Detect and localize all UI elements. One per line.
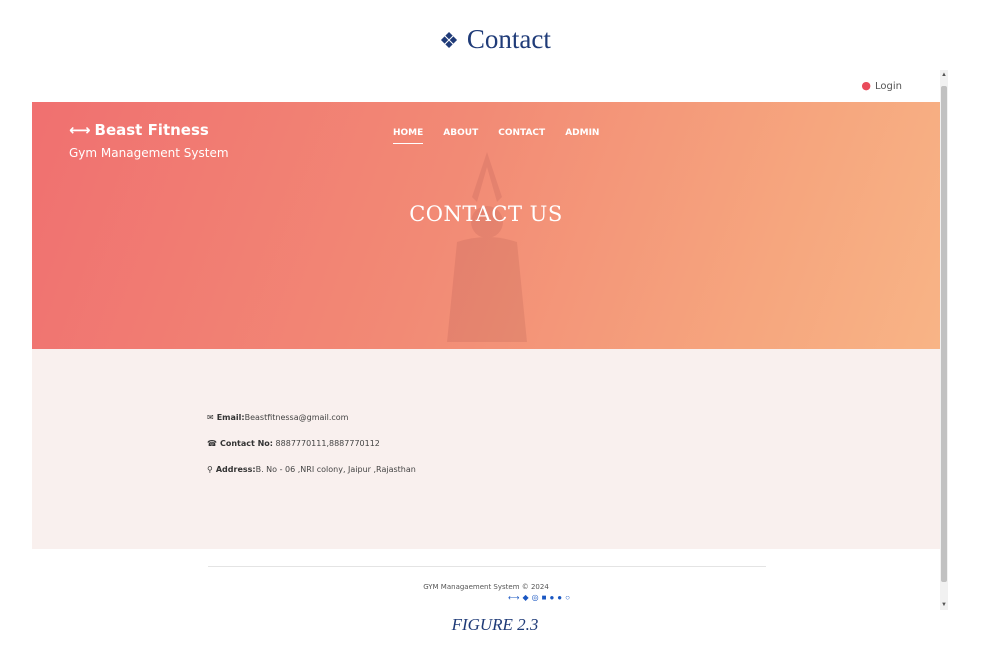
- brand-name: Beast Fitness: [94, 121, 209, 139]
- website-screenshot: ● Login ⟷ Beast Fitness Gym Management Sys…: [32, 70, 948, 610]
- login-link[interactable]: ● Login: [861, 79, 902, 92]
- phone-label: Contact No:: [219, 439, 273, 448]
- social-links: ⟷ ◆ ◎ ■ ● ● ○: [508, 593, 570, 602]
- footer-divider: [208, 566, 766, 567]
- figure-caption: FIGURE 2.3: [451, 615, 539, 634]
- vertical-scrollbar[interactable]: ▲ ▼: [940, 70, 948, 610]
- whatsapp-icon[interactable]: ○: [565, 593, 570, 602]
- envelope-icon: ✉: [207, 413, 214, 422]
- brand-tagline: Gym Management System: [69, 146, 229, 160]
- address-label: Address:: [215, 465, 256, 474]
- document-heading: ❖ Contact: [0, 24, 990, 55]
- hero-banner: ⟷ Beast Fitness Gym Management System HOM…: [32, 102, 940, 349]
- youtube-icon[interactable]: ■: [542, 593, 547, 602]
- telegram-icon[interactable]: ●: [557, 593, 562, 602]
- facebook-icon[interactable]: ●: [549, 593, 554, 602]
- nav-item-about[interactable]: ABOUT: [443, 128, 478, 144]
- scrollbar-thumb[interactable]: [941, 86, 947, 582]
- address-value: B. No - 06 ,NRI colony, Jaipur ,Rajastha…: [255, 465, 416, 474]
- scroll-up-arrow-icon[interactable]: ▲: [940, 72, 948, 78]
- login-label: Login: [875, 81, 902, 92]
- contact-address-row: ⚲ Address:B. No - 06 ,NRI colony, Jaipur …: [207, 465, 416, 474]
- contact-email-row: ✉ Email:Beastfitnessa@gmail.com: [207, 413, 416, 422]
- twitter-icon[interactable]: ◆: [522, 593, 528, 602]
- document-heading-text: Contact: [466, 24, 551, 54]
- nav-item-admin[interactable]: ADMIN: [565, 128, 599, 144]
- dumbbell-icon: ⟷: [69, 121, 91, 139]
- nav-item-contact[interactable]: CONTACT: [498, 128, 545, 144]
- email-label: Email:: [216, 413, 245, 422]
- hero-title: CONTACT US: [409, 202, 563, 226]
- contact-list: ✉ Email:Beastfitnessa@gmail.com ☎ Contact …: [207, 413, 416, 491]
- yoga-figure-watermark: [447, 152, 527, 342]
- footer-copyright: GYM Managaement System © 2024: [423, 583, 549, 591]
- phone-value: 8887770111,8887770112: [275, 439, 380, 448]
- map-marker-icon: ⚲: [207, 465, 213, 474]
- scroll-down-arrow-icon[interactable]: ▼: [940, 602, 948, 608]
- brand-logo[interactable]: ⟷ Beast Fitness: [69, 121, 209, 139]
- phone-icon: ☎: [207, 439, 217, 448]
- nav-item-home[interactable]: HOME: [393, 128, 424, 144]
- user-circle-icon: ●: [861, 79, 872, 92]
- main-nav: HOME ABOUT CONTACT ADMIN: [393, 128, 599, 144]
- instagram-icon[interactable]: ◎: [532, 593, 539, 602]
- diamond-bullet-icon: ❖: [439, 28, 459, 53]
- contact-section: ✉ Email:Beastfitnessa@gmail.com ☎ Contact …: [32, 349, 940, 549]
- contact-phone-row: ☎ Contact No: 8887770111,8887770112: [207, 439, 416, 448]
- dumbbell-icon[interactable]: ⟷: [508, 593, 519, 602]
- email-value[interactable]: Beastfitnessa@gmail.com: [245, 413, 349, 422]
